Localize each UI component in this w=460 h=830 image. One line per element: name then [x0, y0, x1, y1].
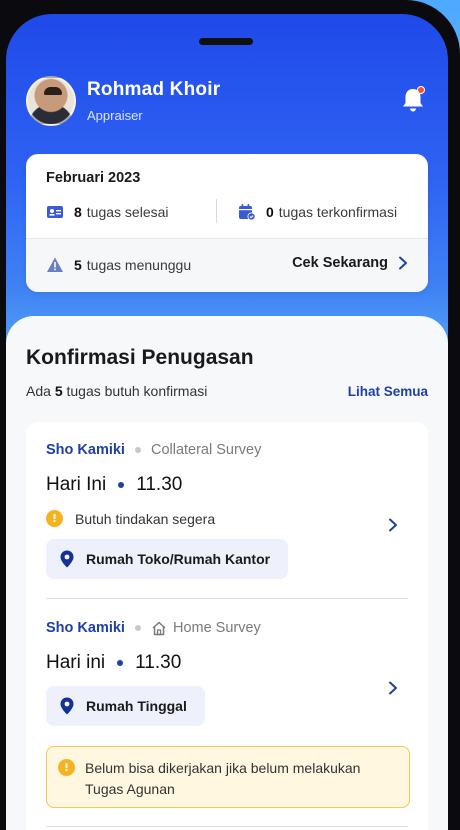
task-2-header: Sho Kamiki Home Survey — [46, 620, 261, 636]
task-summary-card: Februari 2023 8 tugas selesai 0 tugas te… — [26, 154, 428, 292]
task-type: Collateral Survey — [151, 442, 261, 458]
notification-dot — [417, 86, 425, 94]
subtitle-prefix: Ada — [26, 383, 51, 399]
task-type-label: Collateral Survey — [150, 442, 262, 458]
separator-dot — [134, 447, 141, 453]
info-warning-icon: ! — [58, 759, 75, 776]
task-time: 11.30 — [136, 474, 183, 495]
user-info: Rohmad Khoir Appraiser — [87, 79, 220, 123]
task-client: Sho Kamiki — [46, 442, 125, 458]
chevron-right-icon — [399, 256, 407, 270]
confirmed-count: 0 — [266, 204, 274, 220]
section-subtitle: Ada 5 tugas butuh konfirmasi — [26, 383, 207, 399]
summary-month: Februari 2023 — [46, 170, 141, 186]
separator-dot — [117, 660, 124, 666]
task-1-schedule: Hari Ini 11.30 — [46, 474, 182, 496]
profile-header[interactable]: Rohmad Khoir Appraiser — [26, 76, 220, 126]
chevron-right-icon[interactable] — [386, 681, 400, 695]
task-type-label: Home Survey — [172, 620, 261, 636]
section-title: Konfirmasi Penugasan — [26, 346, 254, 369]
task-time: 11.30 — [135, 652, 182, 673]
task-divider — [46, 598, 408, 599]
stat-waiting: 5 tugas menunggu — [46, 256, 191, 274]
app-screen: Rohmad Khoir Appraiser Februari 2023 8 t… — [6, 14, 448, 830]
alert-text: Butuh tindakan segera — [75, 510, 216, 527]
home-icon — [152, 621, 166, 635]
subtitle-count: 5 — [54, 383, 63, 399]
check-now-button[interactable]: Cek Sekarang — [292, 255, 408, 271]
task-day: Hari ini — [46, 652, 106, 673]
info-warning-icon: ! — [46, 510, 63, 527]
summary-footer: 5 tugas menunggu Cek Sekarang — [26, 239, 428, 292]
check-now-label: Cek Sekarang — [292, 255, 388, 271]
location-pin-icon — [60, 550, 74, 568]
task-divider — [46, 826, 408, 827]
task-2-schedule: Hari ini 11.30 — [46, 652, 181, 674]
task-2-location: Rumah Tinggal — [46, 686, 205, 726]
task-client: Sho Kamiki — [46, 620, 125, 636]
assignment-section: Konfirmasi Penugasan Ada 5 tugas butuh k… — [6, 316, 448, 830]
speaker-notch — [199, 38, 253, 45]
phone-frame: Rohmad Khoir Appraiser Februari 2023 8 t… — [0, 0, 460, 830]
task-1-header: Sho Kamiki Collateral Survey — [46, 442, 261, 458]
stat-divider — [216, 199, 217, 223]
stat-confirmed: 0 tugas terkonfirmasi — [238, 203, 397, 221]
task-list: Sho Kamiki Collateral Survey Hari Ini 11… — [26, 422, 428, 830]
task-day: Hari Ini — [46, 474, 107, 495]
chevron-right-icon[interactable] — [386, 518, 400, 532]
location-pin-icon — [60, 697, 74, 715]
notice-text: Belum bisa dikerjakan jika belum melakuk… — [85, 760, 361, 797]
notification-bell-icon[interactable] — [400, 86, 426, 114]
completed-count: 8 — [74, 204, 82, 220]
separator-dot — [134, 625, 141, 631]
location-label: Rumah Tinggal — [86, 698, 187, 714]
confirmed-label: tugas terkonfirmasi — [278, 204, 398, 220]
waiting-count: 5 — [74, 257, 82, 273]
separator-dot — [118, 482, 125, 488]
task-1-alert: ! Butuh tindakan segera — [46, 510, 215, 527]
stat-completed: 8 tugas selesai — [46, 203, 169, 221]
user-role: Appraiser — [87, 108, 143, 123]
calendar-check-icon — [239, 204, 256, 221]
warning-triangle-icon — [47, 257, 63, 272]
user-name: Rohmad Khoir — [87, 79, 221, 100]
subtitle-suffix: tugas butuh konfirmasi — [66, 383, 208, 399]
task-2-notice: ! Belum bisa dikerjakan jika belum melak… — [46, 746, 410, 808]
task-1-location: Rumah Toko/Rumah Kantor — [46, 539, 289, 579]
completed-label: tugas selesai — [86, 204, 169, 220]
id-card-icon — [47, 206, 63, 218]
avatar[interactable] — [26, 76, 76, 126]
task-type: Home Survey — [151, 620, 261, 636]
waiting-label: tugas menunggu — [86, 257, 192, 273]
see-all-link[interactable]: Lihat Semua — [348, 384, 428, 399]
location-label: Rumah Toko/Rumah Kantor — [86, 551, 271, 567]
